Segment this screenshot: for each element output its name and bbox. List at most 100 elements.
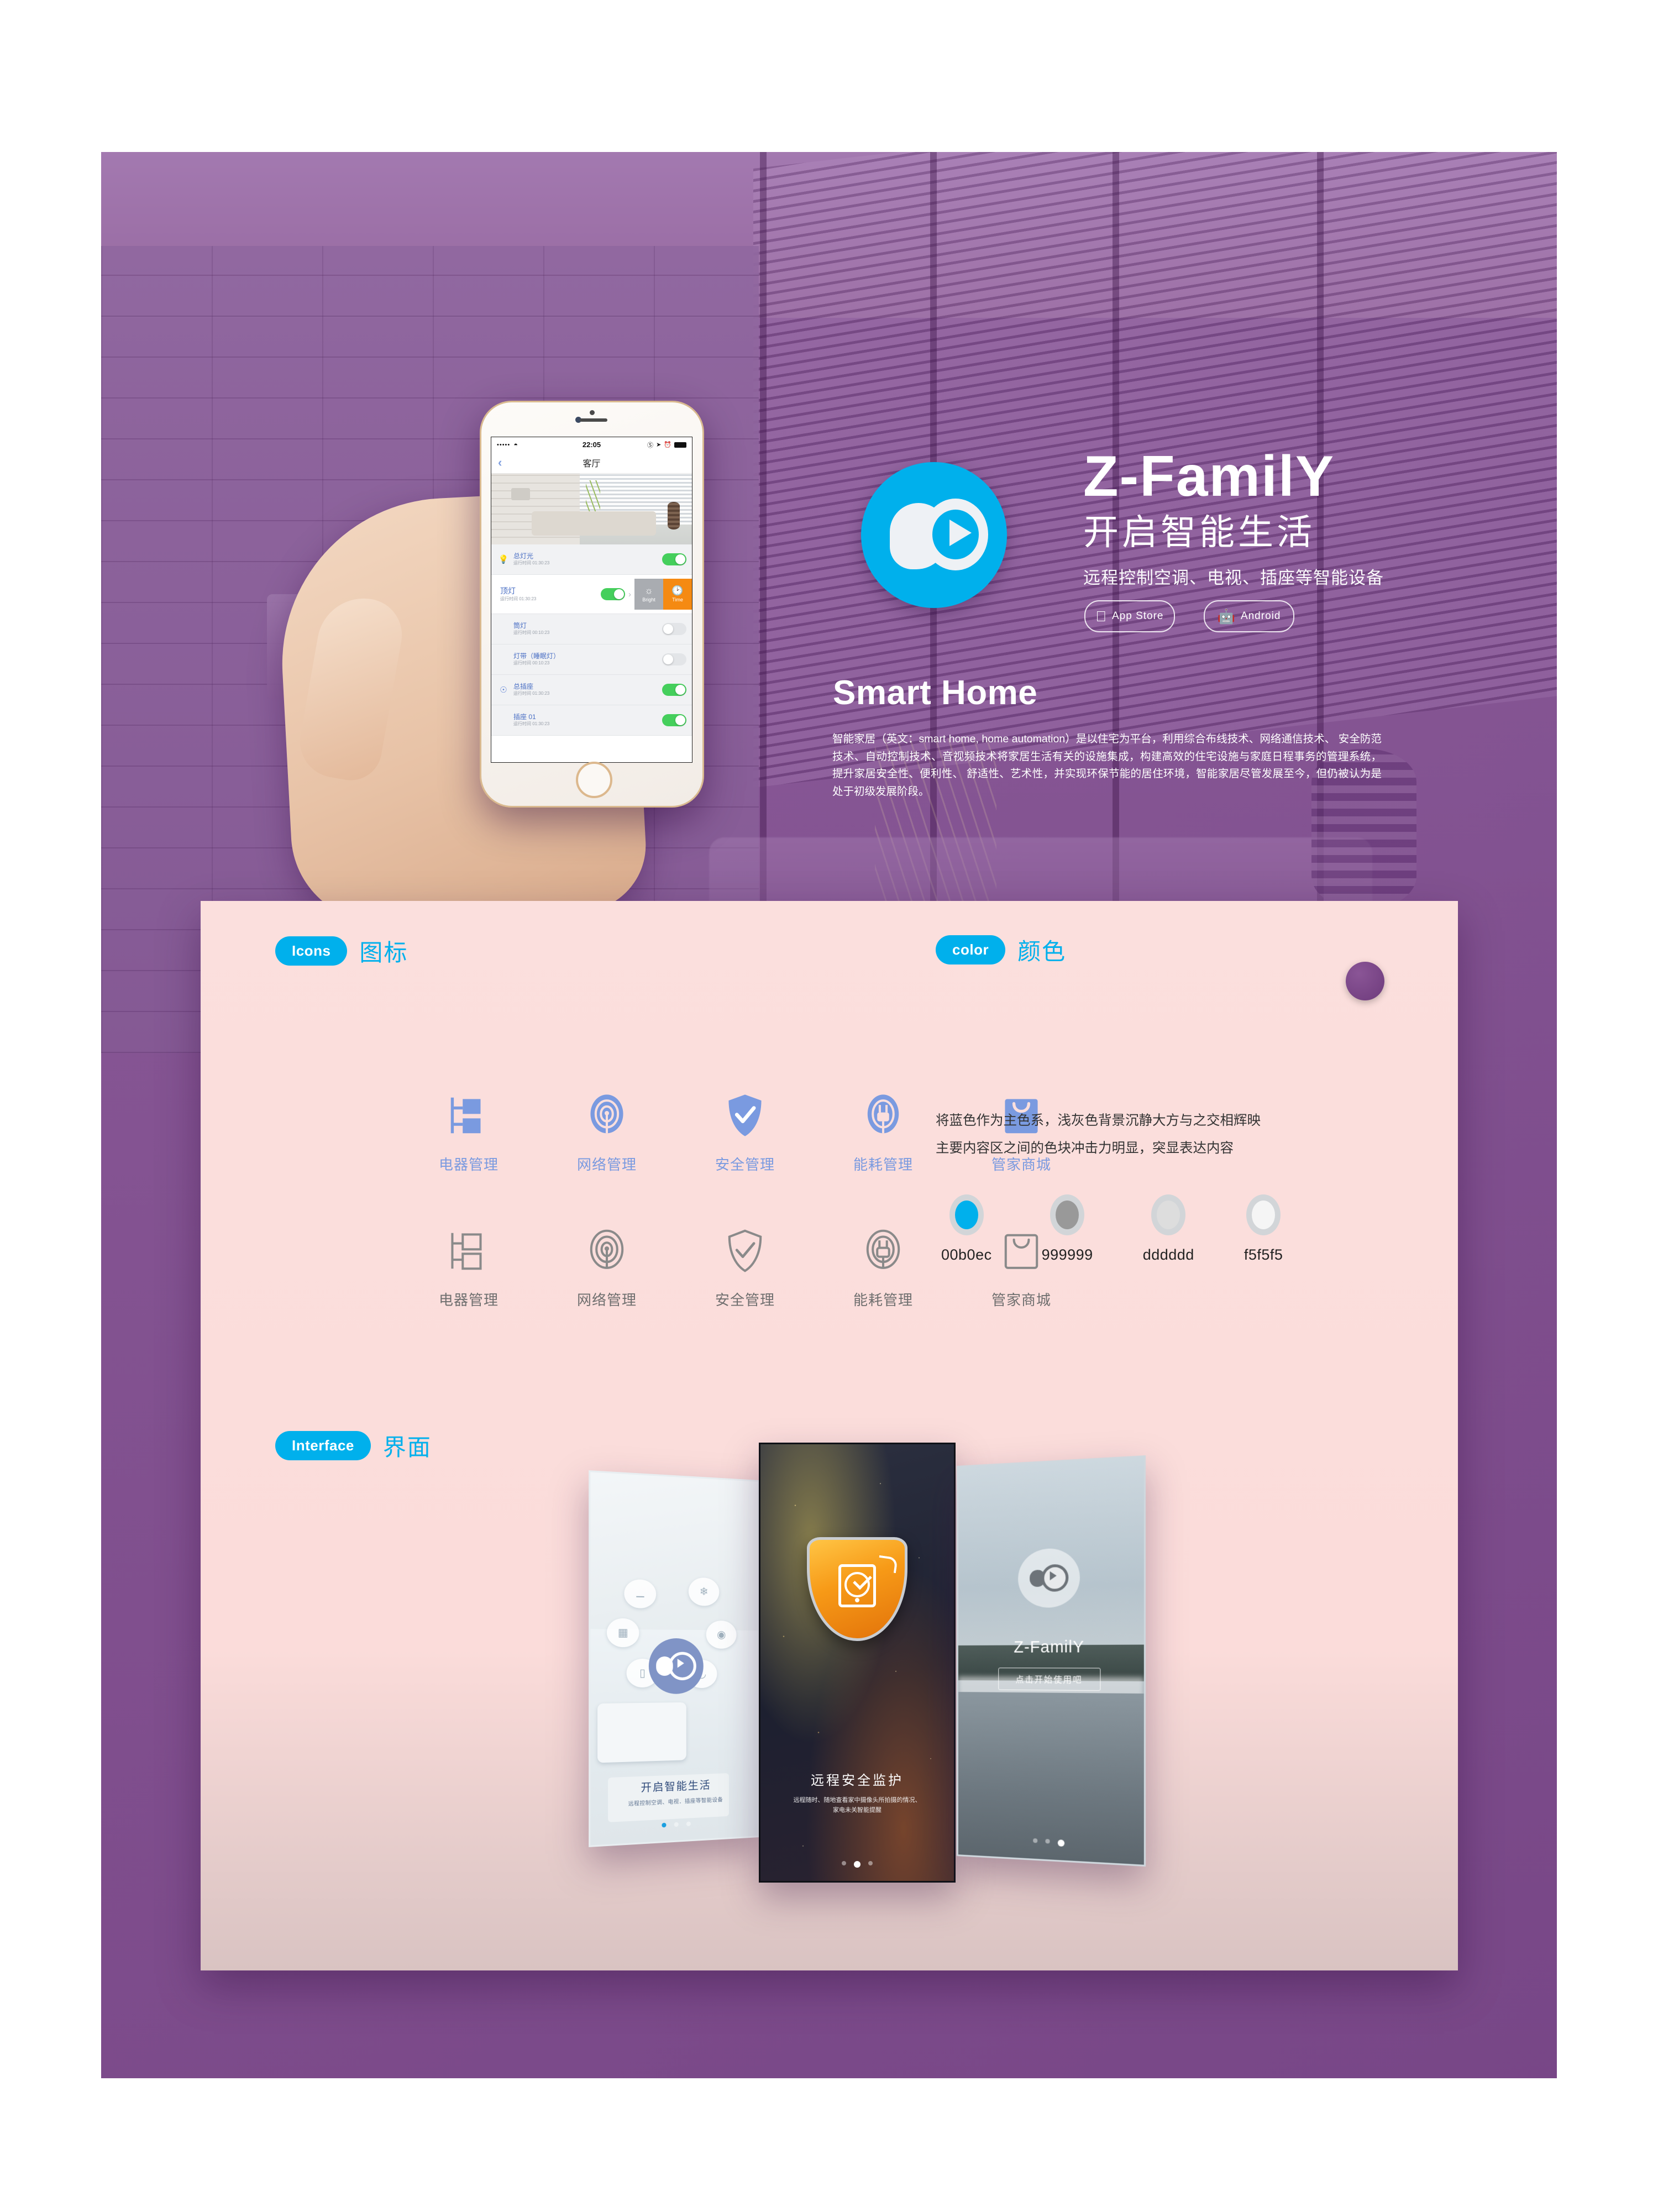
phone-screen: ••••• ◓ 22:05 Ⓢ ➤ ⏰ ‹ 客厅 💡 总灯光 运行时间 01:3… — [491, 437, 692, 763]
dot-active[interactable] — [854, 1861, 861, 1868]
icon-label: 能耗管理 — [853, 1156, 913, 1173]
interface-mockups: ⚊ ❄ ▦ ◉ ▯ ◡ 开启智能生活 远程控制空调、电视．插座等智能设备 — [587, 1415, 1306, 1901]
dot-active[interactable] — [662, 1822, 667, 1828]
device-toggle[interactable] — [662, 714, 686, 726]
icon-cell-appliance-management-outline[interactable]: 电器管理 — [419, 1227, 518, 1309]
swatch-label: 00b0ec — [941, 1246, 992, 1264]
brand-tagline: 开启智能生活 — [1083, 513, 1315, 552]
onboarding-screen-2[interactable]: 远程安全监护 远程随时、随地查看家中摄像头所拍摄的情况、 家电未关智能提醒 — [759, 1443, 956, 1883]
color-swatches: 00b0ec 999999 dddddd f5f5f5 — [936, 1194, 1378, 1264]
swatch-label: f5f5f5 — [1244, 1246, 1283, 1264]
device-name: 总插座 — [513, 683, 534, 691]
dot[interactable] — [842, 1861, 846, 1865]
location-icon: ➤ — [656, 442, 662, 448]
battery-icon — [674, 442, 686, 448]
apple-icon:  — [1096, 609, 1108, 623]
radiator-icon: ▦ — [606, 1618, 639, 1648]
icon-cell-network-management-outline[interactable]: 网络管理 — [557, 1227, 657, 1309]
mock2-pagination[interactable] — [760, 1861, 954, 1868]
swatch-999999[interactable]: 999999 — [1042, 1194, 1093, 1264]
icon-cell-network-management[interactable]: 网络管理 — [557, 1092, 657, 1174]
device-row[interactable]: 筒灯 运行时间 00:10:23 — [491, 614, 692, 644]
icon-label: 电器管理 — [438, 1156, 499, 1173]
interface-badge-cn: 界面 — [382, 1434, 432, 1460]
dot-active[interactable] — [1057, 1839, 1065, 1847]
interface-section-header: Interface 界面 — [275, 1429, 432, 1463]
swatch-f5f5f5[interactable]: f5f5f5 — [1244, 1194, 1283, 1264]
onboarding-screen-1[interactable]: ⚊ ❄ ▦ ◉ ▯ ◡ 开启智能生活 远程控制空调、电视．插座等智能设备 — [589, 1470, 759, 1847]
icon-label: 能耗管理 — [853, 1292, 913, 1308]
phone-navbar: ‹ 客厅 — [491, 452, 692, 474]
dot[interactable] — [1033, 1838, 1038, 1843]
mock2-subtitle-line2: 家电未关智能提醒 — [833, 1807, 882, 1814]
device-row[interactable]: 💡 总灯光 运行时间 01:30:23 — [491, 544, 692, 575]
runtime-label: 运行时间 — [513, 630, 531, 636]
device-toggle[interactable] — [601, 588, 625, 600]
interface-badge: Interface — [275, 1431, 371, 1460]
icon-cell-security-management-outline[interactable]: 安全管理 — [695, 1227, 795, 1309]
device-row[interactable]: 插座 01 运行时间 01:30:23 — [491, 705, 692, 736]
device-toggle[interactable] — [662, 623, 686, 635]
runtime-value: 01:30:23 — [532, 560, 550, 566]
dot[interactable] — [868, 1861, 873, 1865]
dot[interactable] — [1045, 1838, 1050, 1844]
color-description: 将蓝色作为主色系，浅灰色背景沉静大方与之交相辉映 主要内容区之间的色块冲击力明显… — [936, 1107, 1378, 1162]
app-store-button[interactable]:  App Store — [1084, 600, 1175, 632]
bulb-icon: 💡 — [498, 555, 509, 564]
blind-mullion — [760, 152, 767, 926]
android-label: Android — [1240, 610, 1281, 622]
device-name: 灯带（睡眠灯） — [513, 652, 560, 661]
photo-lamp — [511, 488, 531, 500]
dot[interactable] — [686, 1821, 691, 1827]
device-row-expanded[interactable]: 顶灯 运行时间 01:30:23 › ☼ Bright 🕑 Time — [491, 575, 692, 614]
color-section-header: color 颜色 — [936, 933, 1066, 967]
swatch-00b0ec[interactable]: 00b0ec — [941, 1194, 992, 1264]
swatch-label: 999999 — [1041, 1246, 1093, 1264]
icon-label: 管家商城 — [991, 1292, 1051, 1308]
smart-home-heading: Smart Home — [833, 674, 1038, 712]
network-management-icon — [590, 1229, 624, 1269]
network-management-icon — [590, 1094, 623, 1134]
color-desc-line-1: 将蓝色作为主色系，浅灰色背景沉静大方与之交相辉映 — [936, 1113, 1261, 1128]
swatch-label: dddddd — [1142, 1246, 1194, 1264]
device-toggle[interactable] — [662, 553, 686, 565]
icon-cell-security-management[interactable]: 安全管理 — [695, 1092, 795, 1174]
android-store-button[interactable]: 🤖 Android — [1204, 600, 1294, 632]
get-started-button[interactable]: 点击开始使用吧 — [998, 1668, 1101, 1691]
runtime-value: 00:10:23 — [532, 630, 550, 636]
mock1-sofa — [597, 1702, 686, 1763]
brightness-action-button[interactable]: ☼ Bright — [634, 579, 663, 610]
device-toggle[interactable] — [662, 653, 686, 665]
wifi-icon: ◓ — [513, 441, 518, 449]
clock-icon: 🕑 — [671, 585, 684, 596]
alarm-icon: ⏰ — [664, 442, 671, 448]
mock2-caption: 远程安全监护 远程随时、随地查看家中摄像头所拍摄的情况、 家电未关智能提醒 — [760, 1769, 954, 1816]
appliance-management-icon — [450, 1097, 481, 1134]
timer-label: Time — [672, 597, 683, 602]
color-badge-cn: 颜色 — [1017, 939, 1067, 965]
device-row[interactable]: 灯带（睡眠灯） 运行时间 00:10:23 — [491, 644, 692, 675]
icon-cell-appliance-management[interactable]: 电器管理 — [419, 1092, 518, 1174]
timer-action-button[interactable]: 🕑 Time — [663, 579, 692, 610]
dot[interactable] — [674, 1822, 679, 1827]
hub-logo-icon — [648, 1638, 704, 1695]
device-name: 顶灯 — [500, 586, 516, 596]
photo-vase — [668, 502, 680, 530]
icon-cell-energy-management[interactable]: 能耗管理 — [833, 1092, 933, 1174]
icon-label: 安全管理 — [715, 1292, 775, 1308]
decorative-purple-dot — [1346, 962, 1384, 1000]
runtime-value: 01:30:23 — [519, 596, 537, 601]
device-row[interactable]: ☉ 总插座 运行时间 01:30:23 — [491, 675, 692, 705]
back-button[interactable]: ‹ — [498, 455, 502, 470]
mock2-subtitle-line1: 远程随时、随地查看家中摄像头所拍摄的情况、 — [793, 1796, 921, 1804]
runtime-label: 运行时间 — [513, 691, 531, 696]
icon-cell-energy-management-outline[interactable]: 能耗管理 — [833, 1227, 933, 1309]
color-badge: color — [936, 935, 1006, 965]
onboarding-screen-3[interactable]: Z-FamilY 点击开始使用吧 — [957, 1455, 1146, 1867]
swatch-dddddd[interactable]: dddddd — [1143, 1194, 1194, 1264]
home-button[interactable] — [576, 762, 612, 798]
play-icon — [949, 520, 972, 546]
device-toggle[interactable] — [662, 684, 686, 696]
icons-badge-cn: 图标 — [359, 940, 408, 966]
chevron-right-icon[interactable]: › — [625, 590, 634, 599]
